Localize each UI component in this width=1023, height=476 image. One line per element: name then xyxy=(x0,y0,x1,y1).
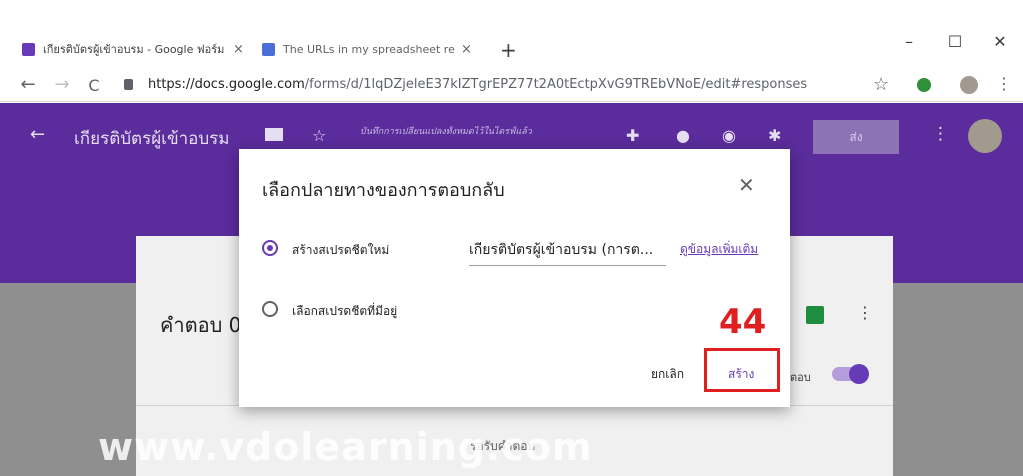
dialog-close-icon[interactable]: ✕ xyxy=(738,173,755,197)
watermark: www.vdolearning.com xyxy=(98,425,593,469)
spreadsheet-name-input[interactable]: เกียรติบัตรผู้เข้าอบรม (การต... xyxy=(469,239,666,266)
send-button[interactable]: ส่ง xyxy=(813,120,899,154)
tab-urls[interactable]: The URLs in my spreadsheet resp × xyxy=(258,35,486,63)
tab-title: The URLs in my spreadsheet resp xyxy=(283,42,455,56)
flask-icon xyxy=(262,42,275,56)
star-icon[interactable]: ☆ xyxy=(312,126,326,145)
forms-back-icon[interactable]: ← xyxy=(30,124,45,145)
url-path: /forms/d/1lqDZjeleE37kIZTgrEPZ77t2A0tEct… xyxy=(304,77,808,92)
highlight-box xyxy=(704,348,780,392)
settings-gear-icon[interactable]: ✱ xyxy=(768,126,781,145)
profile-icon[interactable] xyxy=(960,76,978,94)
bookmark-star-icon[interactable]: ☆ xyxy=(873,74,889,95)
toggle-knob[interactable] xyxy=(849,364,869,384)
save-status: บันทึกการเปลี่ยนแปลงทั้งหมดไว้ในไดรฟ์แล้… xyxy=(360,127,532,137)
option-existing-label[interactable]: เลือกสเปรดชีตที่มีอยู่ xyxy=(292,302,397,321)
window-close-button[interactable]: ✕ xyxy=(990,32,1010,51)
browser-menu-icon[interactable]: ⋮ xyxy=(996,74,1012,93)
accepting-responses-label: ตอบ xyxy=(790,371,811,384)
url-host: https://docs.google.com xyxy=(148,77,305,92)
maximize-button[interactable]: ☐ xyxy=(945,32,965,51)
learn-more-link[interactable]: ดูข้อมูลเพิ่มเติม xyxy=(680,240,758,259)
reload-button[interactable]: C xyxy=(84,76,104,95)
extension-icon[interactable] xyxy=(917,78,931,92)
form-title[interactable]: เกียรติบัตรผู้เข้าอบรม xyxy=(74,125,229,152)
addon-icon[interactable]: ✚ xyxy=(626,126,639,145)
radio-existing-spreadsheet[interactable] xyxy=(262,301,278,317)
forms-icon xyxy=(22,42,35,56)
tab-google-forms[interactable]: เกียรติบัตรผู้เข้าอบรม - Google ฟอร์ม × xyxy=(14,35,248,63)
option-new-label[interactable]: สร้างสเปรดชีตใหม่ xyxy=(292,241,389,260)
step-number: 44 xyxy=(719,302,767,342)
avatar[interactable] xyxy=(968,119,1002,153)
new-tab-button[interactable]: + xyxy=(500,38,517,62)
minimize-button[interactable]: – xyxy=(899,32,919,51)
close-tab-icon[interactable]: × xyxy=(461,42,472,57)
folder-icon[interactable] xyxy=(265,128,283,141)
dialog-title: เลือกปลายทางของการตอบกลับ xyxy=(262,180,505,201)
forward-button[interactable]: → xyxy=(52,74,72,95)
responses-title: คำตอบ 0 xyxy=(160,313,239,337)
more-menu-icon[interactable]: ⋮ xyxy=(932,124,949,144)
radio-new-spreadsheet[interactable] xyxy=(262,240,278,256)
card-menu-icon[interactable]: ⋮ xyxy=(857,303,873,322)
sheets-icon[interactable] xyxy=(806,306,824,324)
lock-icon xyxy=(124,79,133,90)
preview-eye-icon[interactable]: ◉ xyxy=(722,126,736,145)
palette-icon[interactable]: ● xyxy=(676,126,690,145)
close-tab-icon[interactable]: × xyxy=(233,42,244,57)
send-label: ส่ง xyxy=(849,129,863,144)
url-field[interactable]: https://docs.google.com/forms/d/1lqDZjel… xyxy=(148,77,807,92)
cancel-button[interactable]: ยกเลิก xyxy=(651,365,684,384)
tab-title: เกียรติบัตรผู้เข้าอบรม - Google ฟอร์ม xyxy=(43,43,225,56)
back-button[interactable]: ← xyxy=(18,74,38,95)
